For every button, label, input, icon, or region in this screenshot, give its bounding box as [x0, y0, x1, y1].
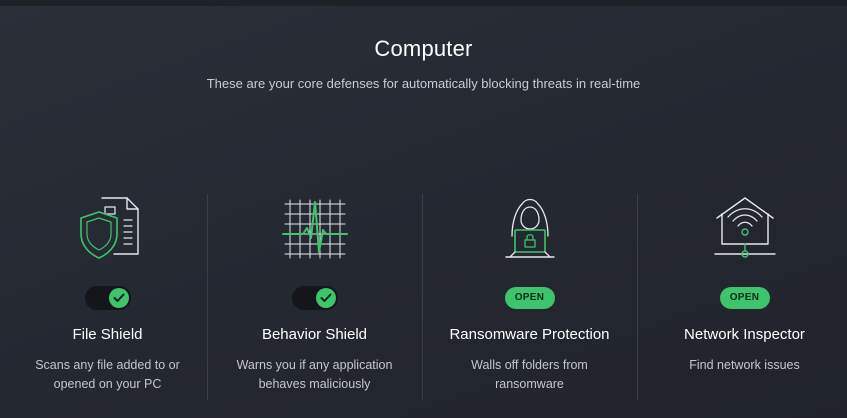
network-inspector-open-button[interactable]: OPEN — [719, 287, 770, 309]
card-description: Walls off folders from ransomware — [471, 358, 588, 391]
card-description: Scans any file added to or opened on you… — [35, 358, 180, 391]
card-file-shield: File Shield Scans any file added to or o… — [0, 190, 215, 400]
card-network-inspector: OPEN Network Inspector Find network issu… — [637, 190, 847, 400]
card-title: File Shield — [72, 326, 143, 343]
control-area: OPEN — [422, 286, 637, 310]
card-description: Find network issues — [689, 358, 800, 372]
card-title: Behavior Shield — [261, 326, 368, 343]
check-icon — [113, 293, 124, 302]
card-ransomware-protection: OPEN Ransomware Protection Walls off fol… — [422, 190, 637, 400]
wifi-house-icon — [637, 192, 847, 264]
top-bar — [0, 0, 847, 6]
page-header: Computer These are your core defenses fo… — [0, 36, 847, 91]
card-title: Ransomware Protection — [449, 326, 610, 343]
page-title: Computer — [374, 36, 473, 61]
card-behavior-shield: Behavior Shield Warns you if any applica… — [207, 190, 422, 400]
check-icon — [320, 293, 331, 302]
control-area — [0, 286, 215, 310]
shields-panel: File Shield Scans any file added to or o… — [0, 190, 847, 400]
ransomware-open-button[interactable]: OPEN — [504, 287, 555, 309]
page-subtitle: These are your core defenses for automat… — [206, 76, 641, 91]
control-area — [207, 286, 422, 310]
toggle-knob — [108, 288, 129, 308]
file-shield-toggle[interactable] — [84, 286, 131, 310]
file-shield-icon — [0, 192, 215, 264]
toggle-knob — [315, 288, 336, 308]
behavior-shield-toggle[interactable] — [291, 286, 338, 310]
card-title: Network Inspector — [684, 326, 805, 343]
card-description: Warns you if any application behaves mal… — [236, 358, 393, 391]
heartbeat-grid-icon — [207, 192, 422, 264]
hooded-hacker-laptop-icon — [422, 192, 637, 264]
control-area: OPEN — [637, 286, 847, 310]
